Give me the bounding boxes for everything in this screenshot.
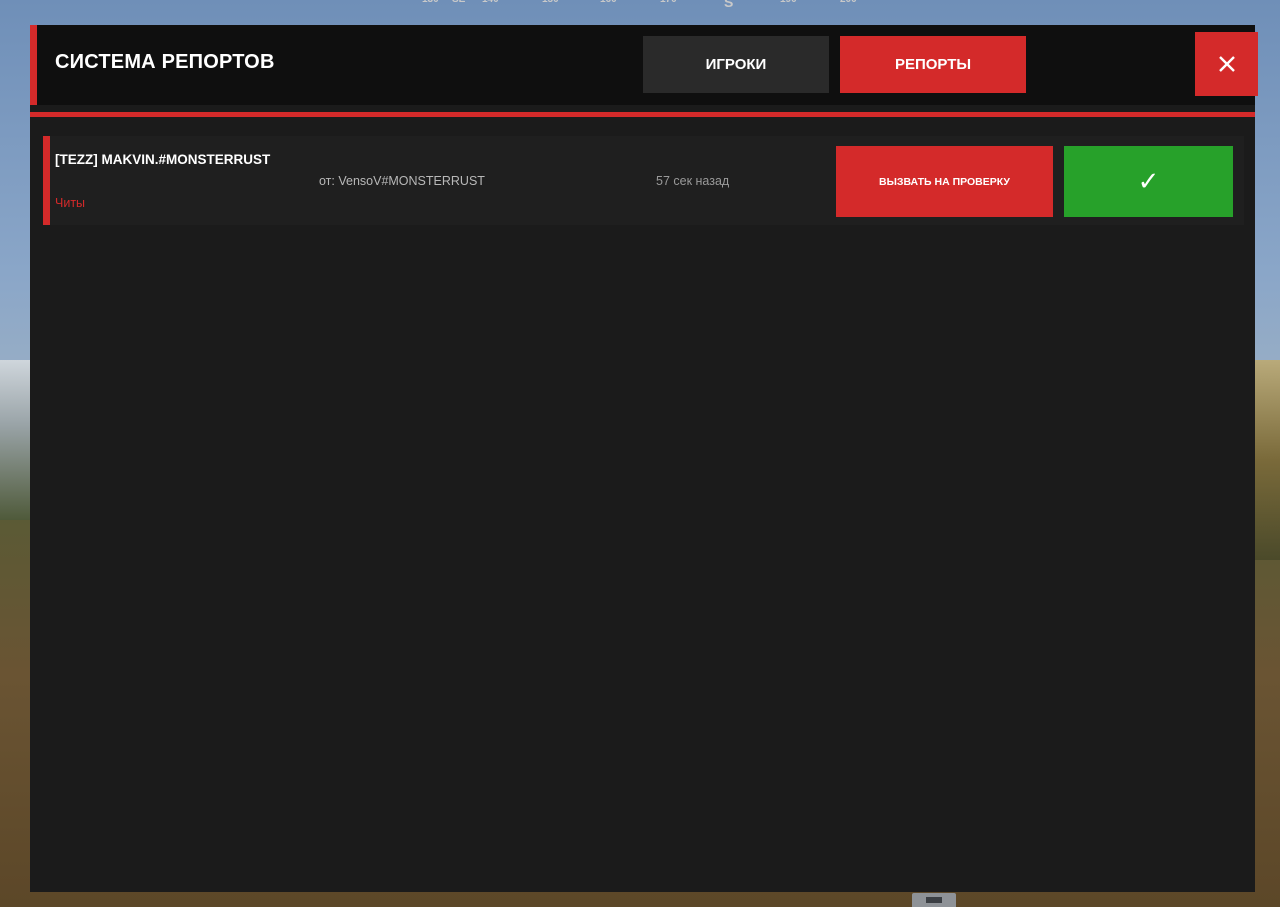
- compass-mark: 190: [780, 0, 797, 5]
- mountain-right: [1252, 360, 1280, 560]
- compass-mark: 200: [840, 0, 857, 5]
- report-reason: Читы: [55, 196, 86, 210]
- header-divider: [30, 112, 1255, 117]
- compass-mark: SE: [452, 0, 465, 5]
- header-accent-bar: [30, 25, 37, 105]
- report-row: [TEZZ] MAKVIN.#MONSTERRUST Читы от: Vens…: [43, 136, 1244, 225]
- report-time: 57 сек назад: [656, 174, 730, 188]
- approve-button[interactable]: ✓: [1064, 146, 1233, 217]
- panel-header: СИСТЕМА РЕПОРТОВ ИГРОКИ РЕПОРТЫ: [30, 25, 1258, 105]
- tab-players[interactable]: ИГРОКИ: [643, 36, 829, 93]
- compass-mark: 150: [542, 0, 559, 5]
- close-button[interactable]: [1195, 32, 1258, 96]
- row-accent-bar: [43, 136, 50, 225]
- compass-mark: S: [724, 0, 734, 10]
- reporter-name: от: VensoV#MONSTERRUST: [319, 174, 485, 188]
- compass-mark: 160: [600, 0, 617, 5]
- call-for-check-button[interactable]: ВЫЗВАТЬ НА ПРОВЕРКУ: [836, 146, 1053, 217]
- compass-mark: 140: [482, 0, 499, 5]
- hotbar-slot[interactable]: [912, 893, 956, 907]
- tab-reports[interactable]: РЕПОРТЫ: [840, 36, 1026, 93]
- report-system-panel: СИСТЕМА РЕПОРТОВ ИГРОКИ РЕПОРТЫ [TEZZ] M…: [30, 25, 1258, 892]
- call-for-check-label: ВЫЗВАТЬ НА ПРОВЕРКУ: [879, 175, 1010, 188]
- compass-mark: 170: [660, 0, 677, 5]
- reported-player-name: [TEZZ] MAKVIN.#MONSTERRUST: [55, 152, 271, 167]
- tab-reports-label: РЕПОРТЫ: [894, 56, 972, 73]
- checkmark-icon: ✓: [1137, 166, 1160, 196]
- compass-bar: 130 SE 140 150 160 170 S 190 200: [410, 0, 880, 14]
- compass-mark: 130: [422, 0, 439, 5]
- weapon-icon: [926, 897, 942, 903]
- panel-title: СИСТЕМА РЕПОРТОВ: [55, 51, 275, 73]
- close-x-icon: [1218, 56, 1235, 72]
- tab-players-label: ИГРОКИ: [705, 56, 767, 73]
